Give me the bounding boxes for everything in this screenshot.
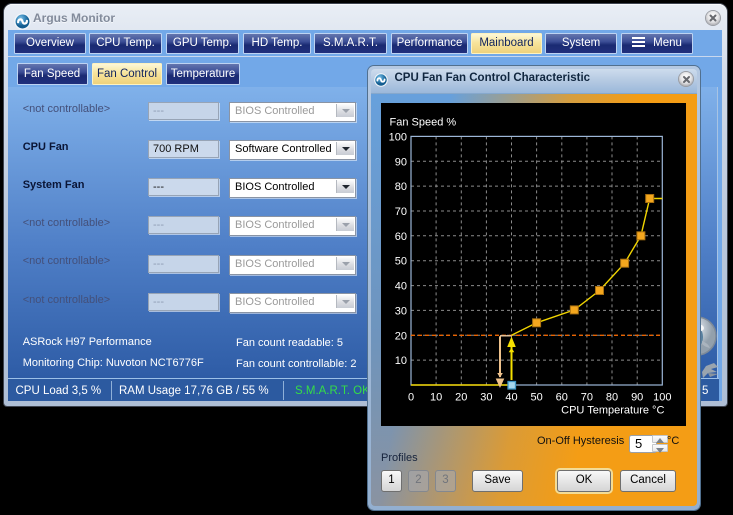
svg-text:CPU Temperature °C: CPU Temperature °C	[561, 405, 664, 417]
svg-text:40: 40	[505, 392, 517, 404]
svg-text:0: 0	[408, 392, 414, 404]
svg-text:Fan Speed %: Fan Speed %	[390, 117, 457, 129]
svg-text:80: 80	[606, 392, 618, 404]
svg-text:80: 80	[395, 181, 407, 193]
svg-text:50: 50	[395, 256, 407, 268]
svg-text:90: 90	[395, 156, 407, 168]
svg-text:70: 70	[581, 392, 593, 404]
svg-text:10: 10	[430, 392, 442, 404]
svg-text:70: 70	[395, 206, 407, 218]
svg-text:40: 40	[395, 281, 407, 293]
svg-text:50: 50	[530, 392, 542, 404]
svg-text:20: 20	[395, 330, 407, 342]
svg-text:30: 30	[480, 392, 492, 404]
svg-text:100: 100	[653, 392, 671, 404]
svg-text:10: 10	[395, 355, 407, 367]
svg-text:60: 60	[395, 231, 407, 243]
svg-text:20: 20	[455, 392, 467, 404]
svg-text:30: 30	[395, 305, 407, 317]
svg-text:60: 60	[556, 392, 568, 404]
svg-text:100: 100	[389, 131, 407, 143]
svg-text:90: 90	[631, 392, 643, 404]
